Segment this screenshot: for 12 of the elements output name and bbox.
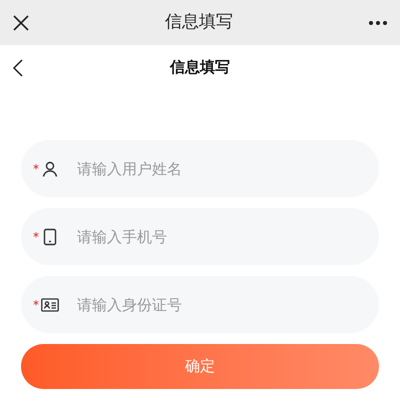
more-icon[interactable] xyxy=(368,20,388,26)
required-mark: * xyxy=(33,228,39,246)
id-card-icon xyxy=(41,296,59,314)
back-icon[interactable] xyxy=(12,58,24,76)
phone-icon xyxy=(41,228,59,246)
person-icon xyxy=(41,160,59,178)
confirm-button[interactable]: 确定 xyxy=(21,344,379,389)
required-mark: * xyxy=(33,296,39,314)
required-mark: * xyxy=(33,160,39,178)
window-title: 信息填写 xyxy=(165,10,233,34)
page-title: 信息填写 xyxy=(168,57,231,78)
close-icon[interactable] xyxy=(12,14,30,32)
